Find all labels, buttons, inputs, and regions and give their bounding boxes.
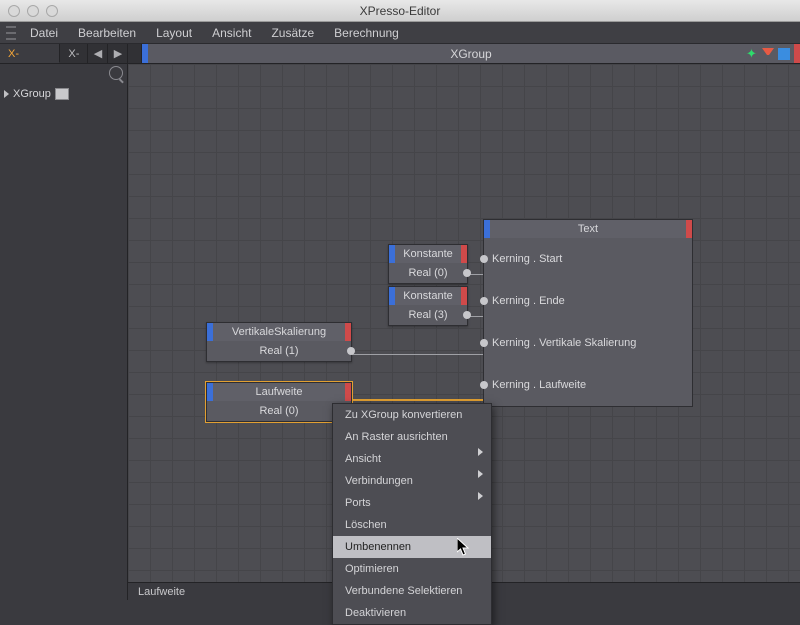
- ctx-verbundene[interactable]: Verbundene Selektieren: [333, 580, 491, 602]
- menu-zusaetze[interactable]: Zusätze: [261, 22, 324, 44]
- node-canvas[interactable]: VertikaleSkalierung Real (1) Laufweite R…: [128, 64, 800, 582]
- window-title: XPresso-Editor: [0, 4, 800, 18]
- node-title: Konstante: [403, 248, 453, 260]
- menu-bar: Datei Bearbeiten Layout Ansicht Zusätze …: [0, 22, 800, 44]
- menu-bearbeiten[interactable]: Bearbeiten: [68, 22, 146, 44]
- output-port[interactable]: [463, 269, 471, 277]
- input-port[interactable]: [480, 297, 488, 305]
- tree-item-label: XGroup: [13, 88, 51, 100]
- port-label: Kerning . Vertikale Skalierung: [492, 337, 636, 349]
- node-vertikaleskalierung[interactable]: VertikaleSkalierung Real (1): [206, 322, 352, 362]
- node-title: Laufweite: [255, 386, 302, 398]
- canvas-title: XGroup: [450, 47, 491, 61]
- ctx-deaktivieren[interactable]: Deaktivieren: [333, 602, 491, 624]
- tab-nav-right[interactable]: ▶: [108, 44, 128, 63]
- node-value: Real (1): [259, 345, 298, 357]
- tab-xmanager[interactable]: X-Manager: [0, 44, 60, 63]
- submenu-icon: [478, 448, 483, 456]
- ctx-verbindungen[interactable]: Verbindungen: [333, 470, 491, 492]
- output-port[interactable]: [463, 311, 471, 319]
- node-value: Real (0): [259, 405, 298, 417]
- node-title: Konstante: [403, 290, 453, 302]
- left-panel: X-Manager X-P ◀ ▶ XGroup: [0, 44, 128, 600]
- header-down-icon[interactable]: [762, 48, 774, 60]
- window-titlebar: XPresso-Editor: [0, 0, 800, 22]
- status-text: Laufweite: [138, 586, 185, 598]
- grip-icon[interactable]: [6, 26, 16, 40]
- menu-layout[interactable]: Layout: [146, 22, 202, 44]
- tree-item-xgroup[interactable]: XGroup: [4, 88, 123, 100]
- tab-nav-left[interactable]: ◀: [88, 44, 108, 63]
- menu-berechnung[interactable]: Berechnung: [324, 22, 409, 44]
- port-label: Kerning . Ende: [492, 295, 565, 307]
- canvas-tab[interactable]: [128, 44, 142, 63]
- tab-xpool[interactable]: X-P: [60, 44, 88, 63]
- node-title: Text: [578, 223, 598, 235]
- submenu-icon: [478, 470, 483, 478]
- ctx-ports[interactable]: Ports: [333, 492, 491, 514]
- node-konstante-1[interactable]: Konstante Real (0): [388, 244, 468, 284]
- node-value: Real (0): [408, 267, 447, 279]
- input-port[interactable]: [480, 339, 488, 347]
- submenu-icon: [478, 492, 483, 500]
- node-title: VertikaleSkalierung: [232, 326, 326, 338]
- header-square-icon[interactable]: [778, 48, 790, 60]
- node-text[interactable]: Text Kerning . Start Kerning . Ende Kern…: [483, 219, 693, 407]
- menu-datei[interactable]: Datei: [20, 22, 68, 44]
- node-laufweite[interactable]: Laufweite Real (0): [206, 382, 352, 422]
- port-label: Kerning . Start: [492, 253, 562, 265]
- wire: [348, 354, 485, 355]
- tree-item-badge-icon: [55, 88, 69, 100]
- ctx-umbenennen[interactable]: Umbenennen: [333, 536, 491, 558]
- ctx-ansicht[interactable]: Ansicht: [333, 448, 491, 470]
- input-port[interactable]: [480, 381, 488, 389]
- ctx-loeschen[interactable]: Löschen: [333, 514, 491, 536]
- input-port[interactable]: [480, 255, 488, 263]
- canvas-header[interactable]: XGroup ✦: [142, 44, 800, 63]
- context-menu: Zu XGroup konvertieren An Raster ausrich…: [332, 403, 492, 625]
- search-icon[interactable]: [109, 66, 123, 80]
- output-port[interactable]: [347, 347, 355, 355]
- ctx-optimieren[interactable]: Optimieren: [333, 558, 491, 580]
- ctx-convert[interactable]: Zu XGroup konvertieren: [333, 404, 491, 426]
- disclosure-icon[interactable]: [4, 90, 9, 98]
- menu-ansicht[interactable]: Ansicht: [202, 22, 261, 44]
- port-label: Kerning . Laufweite: [492, 379, 586, 391]
- header-expand-icon[interactable]: ✦: [746, 48, 758, 60]
- node-konstante-2[interactable]: Konstante Real (3): [388, 286, 468, 326]
- ctx-align[interactable]: An Raster ausrichten: [333, 426, 491, 448]
- node-value: Real (3): [408, 309, 447, 321]
- wire: [335, 399, 485, 401]
